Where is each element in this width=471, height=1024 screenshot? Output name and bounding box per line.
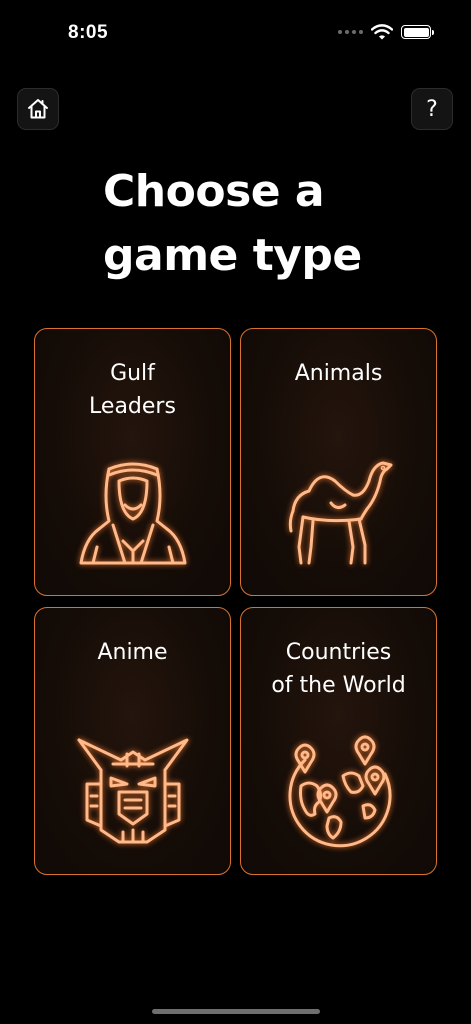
robot-mecha-icon bbox=[73, 730, 193, 850]
camel-icon bbox=[279, 451, 399, 571]
house-icon bbox=[28, 99, 48, 119]
home-indicator[interactable] bbox=[152, 1009, 320, 1014]
game-card-label: Countries of the World bbox=[271, 640, 406, 698]
status-time: 8:05 bbox=[68, 22, 109, 43]
game-type-grid: Gulf Leaders Animals Anime Countries of … bbox=[34, 328, 438, 876]
home-button[interactable] bbox=[17, 88, 59, 130]
game-card-label: Anime bbox=[97, 640, 168, 665]
wifi-icon bbox=[371, 24, 393, 40]
help-label: ? bbox=[426, 96, 438, 122]
game-card-label: Gulf Leaders bbox=[89, 361, 176, 419]
globe-pins-icon bbox=[279, 730, 399, 850]
game-card-gulf-leaders[interactable]: Gulf Leaders bbox=[34, 328, 231, 596]
game-card-countries-of-the-world[interactable]: Countries of the World bbox=[240, 607, 437, 875]
gulf-leader-icon bbox=[73, 451, 193, 571]
game-card-anime[interactable]: Anime bbox=[34, 607, 231, 875]
status-bar: 8:05 bbox=[0, 0, 471, 60]
battery-icon bbox=[401, 25, 434, 39]
game-card-animals[interactable]: Animals bbox=[240, 328, 437, 596]
game-card-label: Animals bbox=[294, 361, 383, 386]
status-icons bbox=[338, 24, 434, 40]
help-button[interactable]: ? bbox=[411, 88, 453, 130]
cellular-signal-icon bbox=[338, 30, 363, 34]
page-title: Choose a game type bbox=[103, 166, 362, 281]
